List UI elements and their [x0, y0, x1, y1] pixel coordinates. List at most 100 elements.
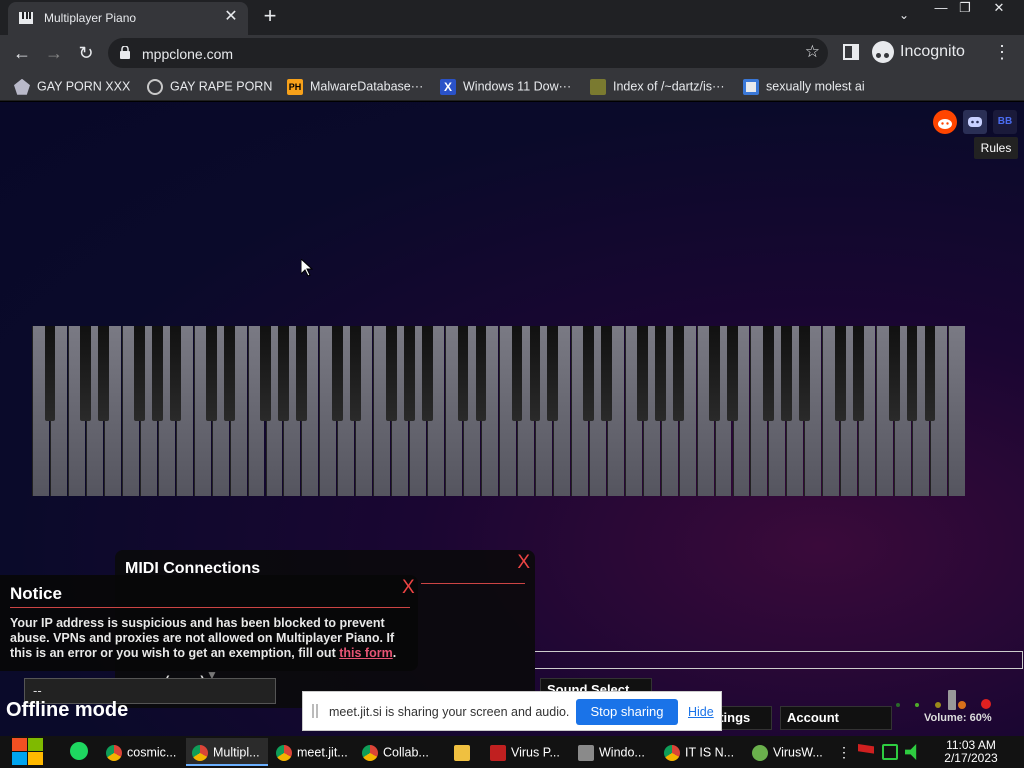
bookmark-item[interactable]: sexually molest ai [743, 77, 865, 95]
windows-taskbar: cosmic... Multipl... meet.jit... Collab.… [0, 736, 1024, 768]
lock-icon[interactable] [120, 46, 130, 59]
black-key[interactable] [349, 326, 361, 421]
incognito-indicator[interactable]: Incognito [872, 41, 965, 65]
black-key[interactable] [152, 326, 164, 421]
browser-menu-icon[interactable]: ⋮ [992, 41, 1012, 65]
taskbar-item[interactable]: Windo... [572, 738, 656, 766]
black-key[interactable] [924, 326, 936, 421]
bookmark-item[interactable]: GAY RAPE PORN [147, 77, 272, 95]
side-panel-icon[interactable] [843, 44, 859, 60]
taskbar-item[interactable]: cosmic... [100, 738, 184, 766]
discord-icon[interactable] [963, 110, 987, 134]
black-key[interactable] [403, 326, 415, 421]
window-close-button[interactable]: ✕ [984, 0, 1014, 18]
bot-icon [743, 78, 759, 95]
overflow-icon[interactable]: ⋮ [836, 744, 852, 760]
black-key[interactable] [98, 326, 110, 421]
black-key[interactable] [709, 326, 720, 421]
black-key[interactable] [583, 326, 595, 421]
divider [421, 583, 525, 584]
black-key[interactable] [457, 326, 469, 421]
piano-keyboard[interactable] [32, 326, 966, 496]
url-text[interactable]: mppclone.com [142, 46, 233, 62]
volume-dot [935, 702, 941, 708]
browser-toolbar: ← → ↻ mppclone.com ☆ Incognito ⋮ [0, 35, 1024, 71]
black-key[interactable] [385, 326, 397, 421]
bookmark-item[interactable]: Index of /~dartz/is··· [590, 77, 725, 95]
bb-icon[interactable]: BB [993, 110, 1017, 134]
black-key[interactable] [655, 326, 667, 421]
forward-button[interactable]: → [42, 41, 66, 65]
incognito-icon [872, 41, 894, 63]
bookmark-item[interactable]: GAY PORN XXX [14, 77, 130, 95]
taskbar-item[interactable]: VirusW... [746, 738, 830, 766]
black-key[interactable] [475, 326, 487, 421]
black-key[interactable] [224, 326, 235, 421]
black-key[interactable] [601, 326, 613, 421]
white-key[interactable] [948, 326, 965, 496]
clock-date: 2/17/2023 [944, 751, 998, 765]
black-key[interactable] [331, 326, 343, 421]
address-bar[interactable]: mppclone.com ☆ [108, 38, 828, 68]
globe-icon [147, 78, 163, 95]
midi-close-button[interactable]: X [517, 552, 530, 574]
stop-sharing-button[interactable]: Stop sharing [576, 699, 678, 725]
volume-dot [981, 699, 991, 709]
black-key[interactable] [547, 326, 559, 421]
back-button[interactable]: ← [10, 41, 34, 65]
notice-close-button[interactable]: X [402, 577, 415, 599]
taskbar-item[interactable]: Multipl... [186, 738, 268, 766]
taskbar-clock[interactable]: 11:03 AM 2/17/2023 [934, 739, 1008, 765]
black-key[interactable] [296, 326, 307, 421]
taskbar-item[interactable]: Virus P... [484, 738, 568, 766]
black-key[interactable] [44, 326, 56, 421]
black-key[interactable] [511, 326, 523, 421]
black-key[interactable] [727, 326, 738, 421]
black-key[interactable] [637, 326, 649, 421]
black-key[interactable] [206, 326, 217, 421]
new-tab-button[interactable]: + [258, 5, 282, 29]
black-key[interactable] [852, 326, 864, 421]
window-restore-button[interactable]: ❐ [950, 0, 980, 18]
black-key[interactable] [780, 326, 792, 421]
bookmark-item[interactable]: PH MalwareDatabase··· [287, 77, 423, 95]
rules-button[interactable]: Rules [974, 137, 1018, 159]
tab-close-icon[interactable]: ✕ [222, 8, 240, 26]
taskbar-item[interactable] [448, 738, 478, 766]
black-key[interactable] [763, 326, 774, 421]
exemption-form-link[interactable]: this form [339, 646, 392, 660]
black-key[interactable] [170, 326, 182, 421]
black-key[interactable] [134, 326, 146, 421]
drag-handle-icon[interactable] [312, 704, 318, 718]
black-key[interactable] [260, 326, 271, 421]
tab-search-chevron-icon[interactable]: ⌄ [894, 8, 914, 26]
browser-tab-multiplayer-piano[interactable]: Multiplayer Piano ✕ [8, 2, 248, 35]
speaker-icon[interactable] [905, 744, 917, 760]
file-explorer-icon [454, 744, 470, 761]
taskbar-item[interactable]: Collab... [356, 738, 438, 766]
black-key[interactable] [80, 326, 92, 421]
black-key[interactable] [421, 326, 433, 421]
chat-input[interactable] [535, 651, 1023, 669]
network-icon[interactable] [882, 744, 898, 760]
volume-slider-knob[interactable] [948, 690, 956, 710]
bookmark-item[interactable]: X Windows 11 Dow··· [440, 77, 571, 95]
notice-title: Notice [10, 584, 62, 603]
flag-icon[interactable] [858, 744, 874, 754]
black-key[interactable] [834, 326, 846, 421]
taskbar-item[interactable]: IT IS N... [658, 738, 742, 766]
black-key[interactable] [278, 326, 289, 421]
black-key[interactable] [906, 326, 918, 421]
spotify-icon[interactable] [70, 742, 88, 760]
account-button[interactable]: Account [780, 706, 892, 730]
hide-share-bar-link[interactable]: Hide [688, 705, 714, 719]
black-key[interactable] [888, 326, 900, 421]
bookmark-star-icon[interactable]: ☆ [805, 42, 820, 62]
taskbar-item[interactable]: meet.jit... [270, 738, 354, 766]
black-key[interactable] [529, 326, 541, 421]
black-key[interactable] [673, 326, 684, 421]
reload-button[interactable]: ↻ [74, 41, 98, 65]
reddit-icon[interactable] [933, 110, 957, 134]
windows-start-icon[interactable] [8, 738, 46, 766]
black-key[interactable] [798, 326, 810, 421]
